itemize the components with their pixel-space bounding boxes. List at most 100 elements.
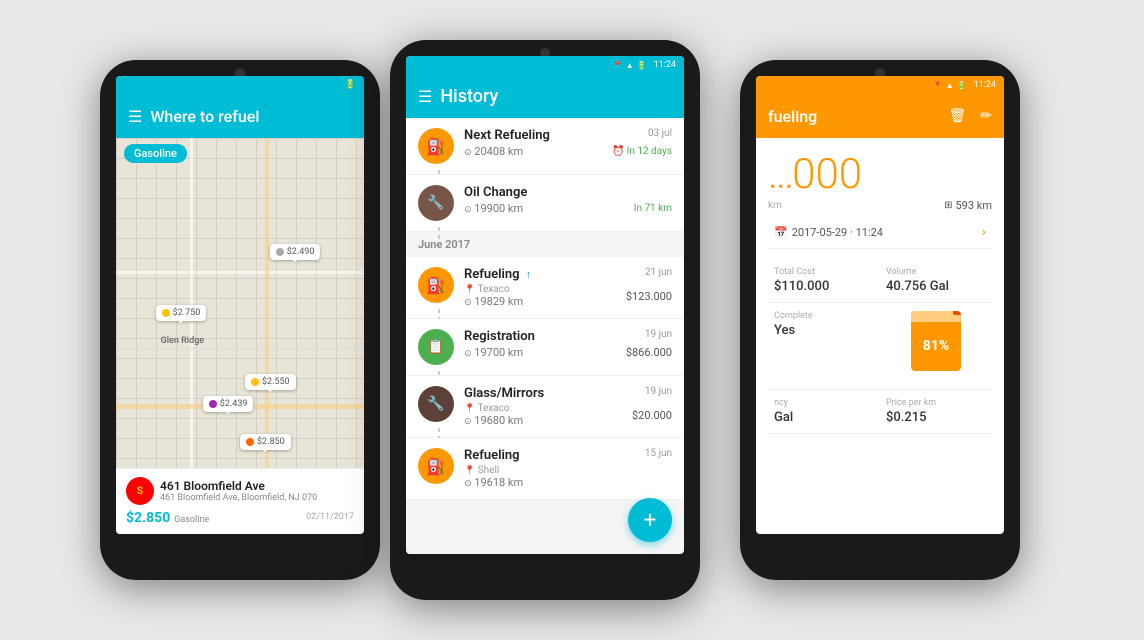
- time-right: 11:24: [974, 80, 996, 90]
- refueling-2-content: Refueling 15 jun 📍 Shell ⊙ 19618 km: [464, 448, 672, 489]
- history-item-oil-change[interactable]: 🔧 Oil Change ⊙ 19900 km In 71 km: [406, 175, 684, 232]
- edit-icon[interactable]: ✏: [980, 108, 992, 124]
- detail-header: fueling 🗑 ✏: [756, 94, 1004, 138]
- complete-cell: Complete Yes: [768, 303, 880, 379]
- tank-percent: 81%: [923, 338, 949, 354]
- refueling-2-date: 15 jun: [645, 448, 672, 459]
- refueling-1-date: 21 jun: [645, 267, 672, 278]
- phone-center: 📍 ▲ 🔋 11:24 ☰ History ⛽ Next Refue: [390, 40, 700, 600]
- oil-change-content: Oil Change ⊙ 19900 km In 71 km: [464, 185, 672, 215]
- history-list[interactable]: ⛽ Next Refueling 03 jul ⊙ 20408 km ⏰ In …: [406, 118, 684, 554]
- map-road-2: [116, 271, 364, 274]
- price-value-2: $2.750: [173, 308, 201, 318]
- map-road-1: [190, 138, 193, 518]
- calendar-icon: 📅: [774, 226, 788, 239]
- glass-mirrors-name: Glass/Mirrors: [464, 386, 544, 401]
- hamburger-icon-center[interactable]: ☰: [418, 87, 432, 106]
- price-bubble-3[interactable]: $2.550: [245, 374, 296, 390]
- price-bubble-5[interactable]: $2.850: [240, 434, 291, 450]
- battery-icon-right: 🔋: [957, 81, 967, 90]
- glass-mirrors-station: 📍 Texaco: [464, 403, 523, 414]
- status-bar-right: 📍 ▲ 🔋 11:24: [756, 76, 1004, 94]
- screen-center: 📍 ▲ 🔋 11:24 ☰ History ⛽ Next Refue: [406, 56, 684, 554]
- battery-icon-center: 🔋: [637, 61, 647, 70]
- efficiency-grid: ncy Gal Price per km $0.215: [768, 389, 992, 434]
- next-refueling-sub: ⊙ 20408 km ⏰ In 12 days: [464, 145, 672, 158]
- registration-icon: 📋: [418, 329, 454, 365]
- section-header-june: June 2017: [406, 232, 684, 257]
- hamburger-icon-left[interactable]: ☰: [128, 107, 142, 126]
- history-header: ☰ History: [406, 74, 684, 118]
- history-item-glass-mirrors[interactable]: 🔧 Glass/Mirrors 19 jun 📍 Texaco: [406, 376, 684, 438]
- map-road-3: [116, 347, 364, 350]
- range-label: km: [768, 200, 782, 211]
- oil-change-header: Oil Change: [464, 185, 672, 200]
- price-bubble-4[interactable]: $2.439: [203, 396, 254, 412]
- cost-value: $110.000: [774, 279, 874, 294]
- price-per-km-label: Price per km: [886, 398, 986, 408]
- history-item-refueling-2[interactable]: ⛽ Refueling 15 jun 📍 Shell: [406, 438, 684, 500]
- fab-add-button[interactable]: +: [628, 498, 672, 542]
- next-refueling-alarm: ⏰ In 12 days: [612, 146, 672, 157]
- detail-body: ... 000 km ⊞ 593 km 📅 2017-05-29 · 11:24: [756, 138, 1004, 446]
- registration-cost: $866.000: [626, 346, 672, 359]
- fuel-dot-1: [276, 248, 284, 256]
- fuel-dot-3: [251, 378, 259, 386]
- odometer-row: ... 000: [768, 150, 992, 199]
- fuel-dot-4: [209, 400, 217, 408]
- refueling-2-station: 📍 Shell: [464, 465, 523, 476]
- range-value: ⊞ 593 km: [944, 199, 992, 212]
- station-date: 02/11/2017: [306, 512, 354, 522]
- screen-left: 🔋 ☰ Where to refuel Glen Ridge Ga: [116, 76, 364, 534]
- signal-icon-right: ▲: [946, 81, 954, 90]
- gasoline-filter-badge[interactable]: Gasoline: [124, 144, 187, 163]
- oil-change-sub: ⊙ 19900 km In 71 km: [464, 202, 672, 215]
- cost-volume-grid: Total Cost $110.000 Volume 40.756 Gal: [768, 259, 992, 303]
- history-item-next-refueling[interactable]: ⛽ Next Refueling 03 jul ⊙ 20408 km ⏰ In …: [406, 118, 684, 175]
- price-bubble-1[interactable]: $2.490: [270, 244, 321, 260]
- delete-icon[interactable]: 🗑: [948, 108, 966, 124]
- volume-cell: Volume 40.756 Gal: [880, 259, 992, 303]
- phone-right: 📍 ▲ 🔋 11:24 fueling 🗑 ✏ ... 000: [740, 60, 1020, 580]
- status-icons-left: 🔋: [345, 80, 356, 90]
- map-body[interactable]: Glen Ridge Gasoline $2.490 $2.750 $2.550: [116, 138, 364, 518]
- detail-date-row[interactable]: 📅 2017-05-29 · 11:24 ›: [768, 216, 992, 249]
- glass-mirrors-date: 19 jun: [645, 386, 672, 397]
- history-item-refueling-1[interactable]: ⛽ Refueling ↑ 21 jun 📍: [406, 257, 684, 319]
- next-refueling-km: ⊙ 20408 km: [464, 145, 523, 158]
- glass-mirrors-cost: $20.000: [632, 409, 672, 422]
- glass-icon: 🔧: [418, 386, 454, 422]
- status-icons-center: 📍 ▲ 🔋 11:24: [613, 60, 676, 70]
- refueling-1-header: Refueling ↑ 21 jun: [464, 267, 672, 282]
- efficiency-label: ncy: [774, 398, 874, 408]
- time-center: 11:24: [654, 60, 676, 70]
- price-value-4: $2.439: [220, 399, 248, 409]
- phones-container: 🔋 ☰ Where to refuel Glen Ridge Ga: [0, 0, 1144, 640]
- map-title: Where to refuel: [150, 107, 259, 126]
- next-refueling-date: 03 jul: [648, 128, 672, 139]
- station-type: Gasoline: [174, 515, 209, 525]
- map-road-5: [265, 138, 269, 518]
- location-icon-center: 📍: [613, 61, 623, 70]
- fuel-dot-5: [246, 438, 254, 446]
- status-icons-right: 📍 ▲ 🔋 11:24: [933, 80, 996, 90]
- timeline-line-2: [438, 227, 440, 241]
- odometer-dots: ...: [768, 150, 792, 199]
- battery-icon-left: 🔋: [345, 80, 356, 90]
- fuel-icon-next: ⛽: [418, 128, 454, 164]
- volume-value: 40.756 Gal: [886, 279, 986, 294]
- oil-change-status: In 71 km: [634, 203, 672, 214]
- next-refueling-content: Next Refueling 03 jul ⊙ 20408 km ⏰ In 12…: [464, 128, 672, 158]
- oil-change-name: Oil Change: [464, 185, 527, 200]
- history-item-registration[interactable]: 📋 Registration 19 jun ⊙ 19700 km $866.00…: [406, 319, 684, 376]
- registration-header: Registration 19 jun: [464, 329, 672, 344]
- price-bubble-2[interactable]: $2.750: [156, 305, 207, 321]
- refueling-1-station: 📍 Texaco: [464, 284, 523, 295]
- detail-title: fueling: [768, 107, 817, 126]
- fuel-icon-2: ⛽: [418, 448, 454, 484]
- detail-date-left: 📅 2017-05-29 · 11:24: [774, 226, 883, 239]
- efficiency-value: Gal: [774, 410, 874, 425]
- refueling-1-name: Refueling ↑: [464, 267, 531, 282]
- refueling-1-badge: ↑: [526, 268, 532, 281]
- range-row: km ⊞ 593 km: [768, 199, 992, 212]
